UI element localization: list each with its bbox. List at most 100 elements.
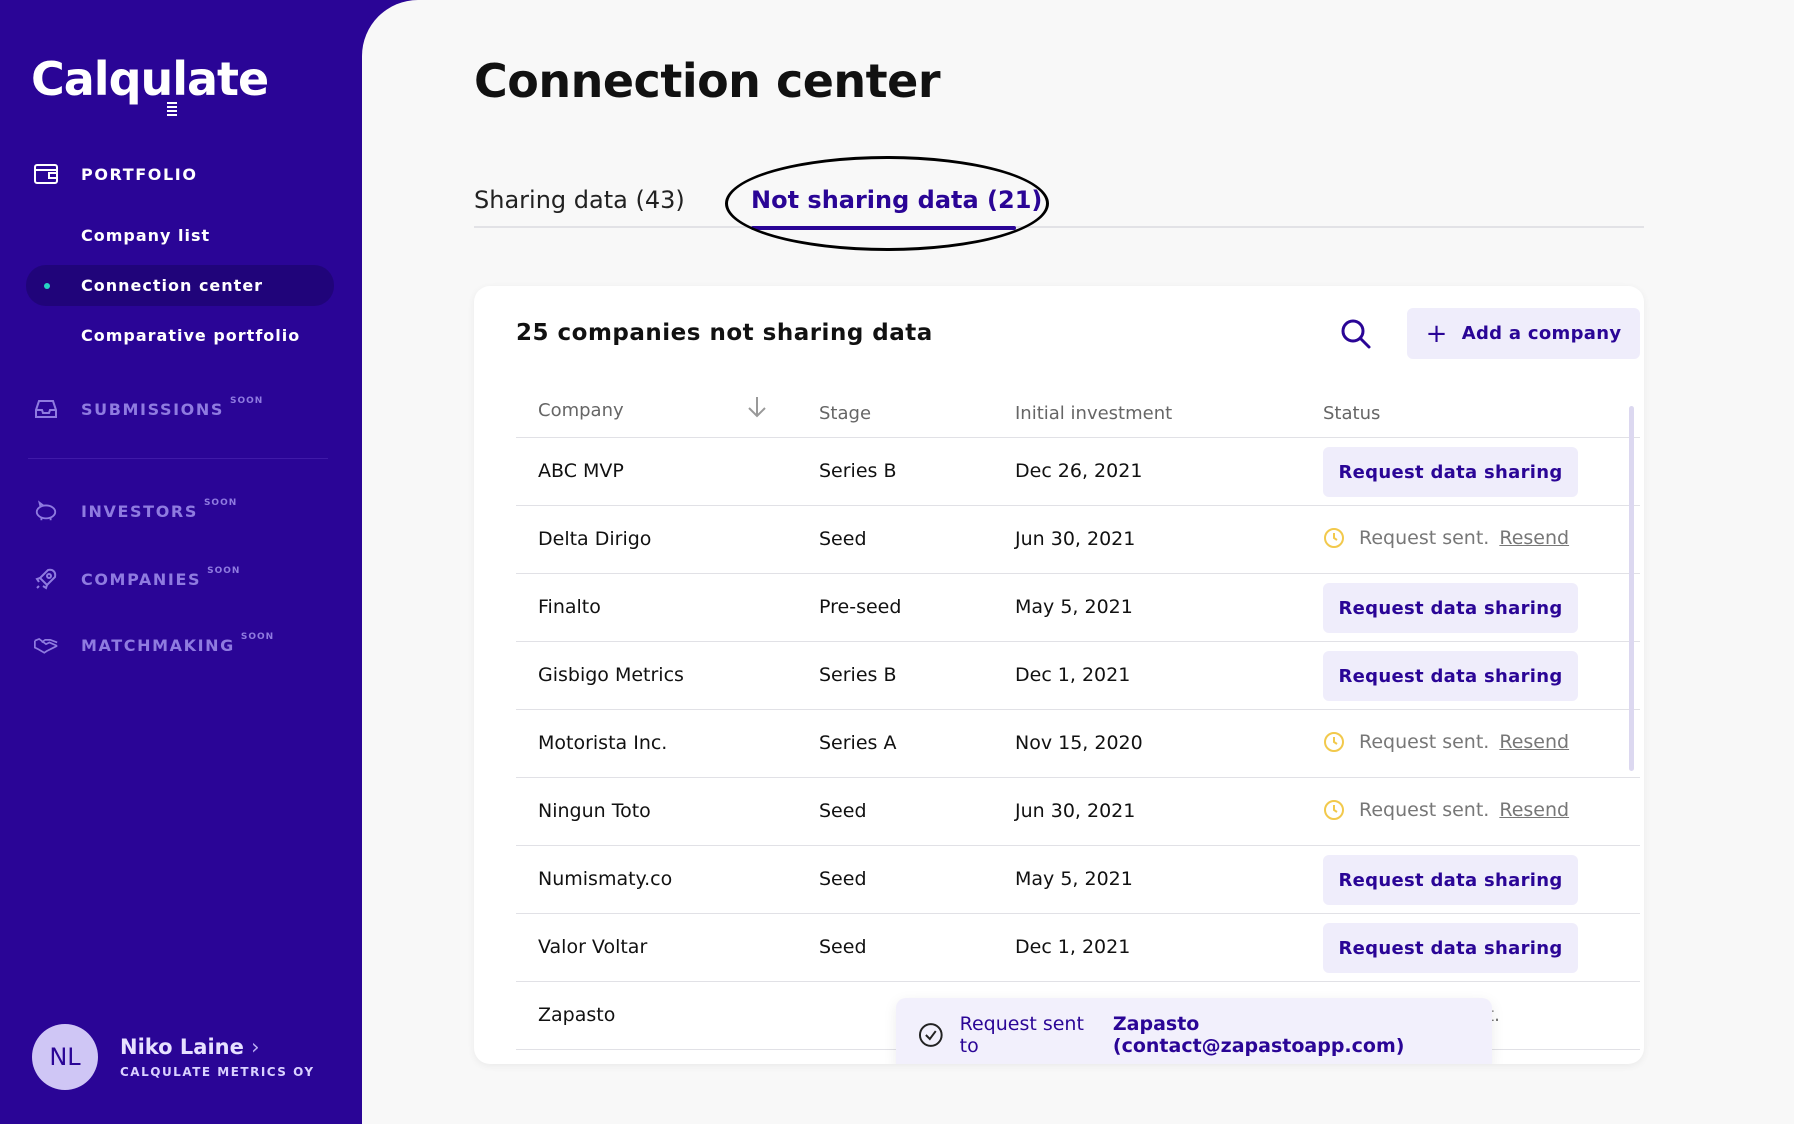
annotation-circle: [725, 156, 1049, 251]
plus-icon: +: [1425, 318, 1448, 349]
company-name: Motorista Inc.: [538, 732, 668, 754]
company-stage: Series B: [819, 664, 897, 686]
request-sent-status: Request sent. Resend: [1323, 731, 1569, 753]
initial-investment-date: Jun 30, 2021: [1015, 528, 1136, 550]
active-dot-icon: [44, 283, 50, 289]
page-title: Connection center: [474, 54, 941, 108]
table-row[interactable]: Gisbigo Metrics Series B Dec 1, 2021 Req…: [516, 642, 1640, 710]
table-row[interactable]: Delta Dirigo Seed Jun 30, 2021 Request s…: [516, 506, 1640, 574]
sidebar-item-comparative-portfolio[interactable]: Comparative portfolio: [81, 326, 300, 345]
initial-investment-date: Nov 15, 2020: [1015, 732, 1143, 754]
request-sent-text: Request sent.: [1359, 799, 1490, 821]
company-name: Finalto: [538, 596, 601, 618]
request-data-sharing-button[interactable]: Request data sharing: [1323, 923, 1578, 973]
nav-companies[interactable]: COMPANIES SOON: [34, 566, 240, 591]
nav-portfolio-label: PORTFOLIO: [81, 164, 198, 184]
clock-icon: [1324, 528, 1344, 548]
request-data-sharing-button[interactable]: Request data sharing: [1323, 651, 1578, 701]
success-toast: Request sent to Zapasto (contact@zapasto…: [896, 998, 1492, 1064]
company-stage: Series A: [819, 732, 897, 754]
table-row[interactable]: Motorista Inc. Series A Nov 15, 2020 Req…: [516, 710, 1640, 778]
nav-companies-label: COMPANIES: [81, 569, 202, 589]
clock-icon: [1324, 800, 1344, 820]
user-organization: CALQULATE METRICS OY: [120, 1065, 315, 1079]
table-row[interactable]: Numismaty.co Seed May 5, 2021 Request da…: [516, 846, 1640, 914]
card-title: 25 companies not sharing data: [516, 320, 933, 346]
nav-submissions[interactable]: SUBMISSIONS SOON: [34, 396, 264, 421]
avatar: NL: [32, 1024, 98, 1090]
sidebar: Calqulate PORTFOLIO Company list Connect…: [0, 0, 362, 1124]
resend-link[interactable]: Resend: [1499, 731, 1569, 753]
nav-investors[interactable]: INVESTORS SOON: [34, 498, 238, 523]
company-name: ABC MVP: [538, 460, 624, 482]
company-name: Gisbigo Metrics: [538, 664, 684, 686]
nav-submissions-label: SUBMISSIONS: [81, 399, 224, 419]
table-row[interactable]: Valor Voltar Seed Dec 1, 2021 Request da…: [516, 914, 1640, 982]
companies-card: 25 companies not sharing data + Add a co…: [474, 286, 1644, 1064]
sidebar-item-company-list[interactable]: Company list: [81, 226, 210, 245]
app-logo[interactable]: Calqulate: [31, 52, 269, 106]
soon-badge: SOON: [203, 498, 238, 508]
request-data-sharing-button[interactable]: Request data sharing: [1323, 447, 1578, 497]
initial-investment-date: May 5, 2021: [1015, 596, 1133, 618]
search-icon: [1341, 319, 1371, 349]
user-profile[interactable]: NL Niko Laine › CALQULATE METRICS OY: [32, 1024, 315, 1090]
resend-link[interactable]: Resend: [1499, 799, 1569, 821]
company-stage: Seed: [819, 868, 867, 890]
soon-badge: SOON: [240, 632, 275, 642]
company-stage: Seed: [819, 800, 867, 822]
main-content: Connection center Sharing data (43) Not …: [362, 0, 1794, 1124]
company-name: Numismaty.co: [538, 868, 673, 890]
tabs: Sharing data (43) Not sharing data (21): [474, 180, 1644, 230]
inbox-icon: [34, 397, 58, 421]
column-initial-investment: Initial investment: [1015, 403, 1173, 424]
nav-matchmaking-label: MATCHMAKING: [81, 635, 235, 655]
search-button[interactable]: [1336, 314, 1376, 354]
table-scrollbar[interactable]: [1629, 406, 1634, 771]
nav-investors-label: INVESTORS: [81, 501, 198, 521]
table-row[interactable]: Ningun Toto Seed Jun 30, 2021 Request se…: [516, 778, 1640, 846]
chevron-right-icon: ›: [251, 1035, 260, 1059]
add-company-button[interactable]: + Add a company: [1407, 308, 1640, 359]
add-company-label: Add a company: [1461, 323, 1622, 344]
table-row[interactable]: Finalto Pre-seed May 5, 2021 Request dat…: [516, 574, 1640, 642]
resend-link[interactable]: Resend: [1499, 527, 1569, 549]
company-stage: Seed: [819, 936, 867, 958]
company-name: Delta Dirigo: [538, 528, 652, 550]
rocket-icon: [34, 567, 58, 591]
tab-sharing-data[interactable]: Sharing data (43): [474, 186, 685, 214]
column-company[interactable]: Company: [538, 400, 624, 421]
sidebar-item-connection-center[interactable]: Connection center: [81, 276, 263, 295]
user-name: Niko Laine ›: [120, 1035, 315, 1059]
wallet-icon: [34, 162, 58, 186]
column-stage: Stage: [819, 403, 872, 424]
table-header: Company Stage Initial investment Status: [516, 394, 1640, 438]
initial-investment-date: Dec 1, 2021: [1015, 936, 1131, 958]
request-sent-text: Request sent.: [1359, 527, 1490, 549]
sidebar-divider: [28, 458, 328, 459]
piggy-bank-icon: [34, 499, 58, 523]
company-name: Valor Voltar: [538, 936, 648, 958]
initial-investment-date: May 5, 2021: [1015, 868, 1133, 890]
company-stage: Pre-seed: [819, 596, 902, 618]
table-row[interactable]: ABC MVP Series B Dec 26, 2021 Request da…: [516, 438, 1640, 506]
toast-prefix: Request sent to: [959, 1013, 1084, 1057]
soon-badge: SOON: [229, 396, 264, 406]
nav-matchmaking[interactable]: MATCHMAKING SOON: [34, 632, 275, 657]
initial-investment-date: Jun 30, 2021: [1015, 800, 1136, 822]
clock-icon: [1324, 732, 1344, 752]
user-name-text: Niko Laine: [120, 1035, 244, 1059]
request-data-sharing-button[interactable]: Request data sharing: [1323, 855, 1578, 905]
column-status: Status: [1323, 403, 1381, 424]
company-name: Zapasto: [538, 1004, 616, 1026]
logo-bars-icon: [167, 102, 177, 118]
companies-table: Company Stage Initial investment Status …: [516, 394, 1640, 1050]
toast-target: Zapasto (contact@zapastoapp.com): [1112, 1013, 1405, 1057]
handshake-icon: [34, 633, 58, 657]
request-sent-status: Request sent. Resend: [1323, 799, 1569, 821]
request-data-sharing-button[interactable]: Request data sharing: [1323, 583, 1578, 633]
nav-portfolio[interactable]: PORTFOLIO: [34, 162, 198, 186]
request-sent-status: Request sent. Resend: [1323, 527, 1569, 549]
sort-down-icon[interactable]: [746, 394, 768, 425]
initial-investment-date: Dec 26, 2021: [1015, 460, 1143, 482]
